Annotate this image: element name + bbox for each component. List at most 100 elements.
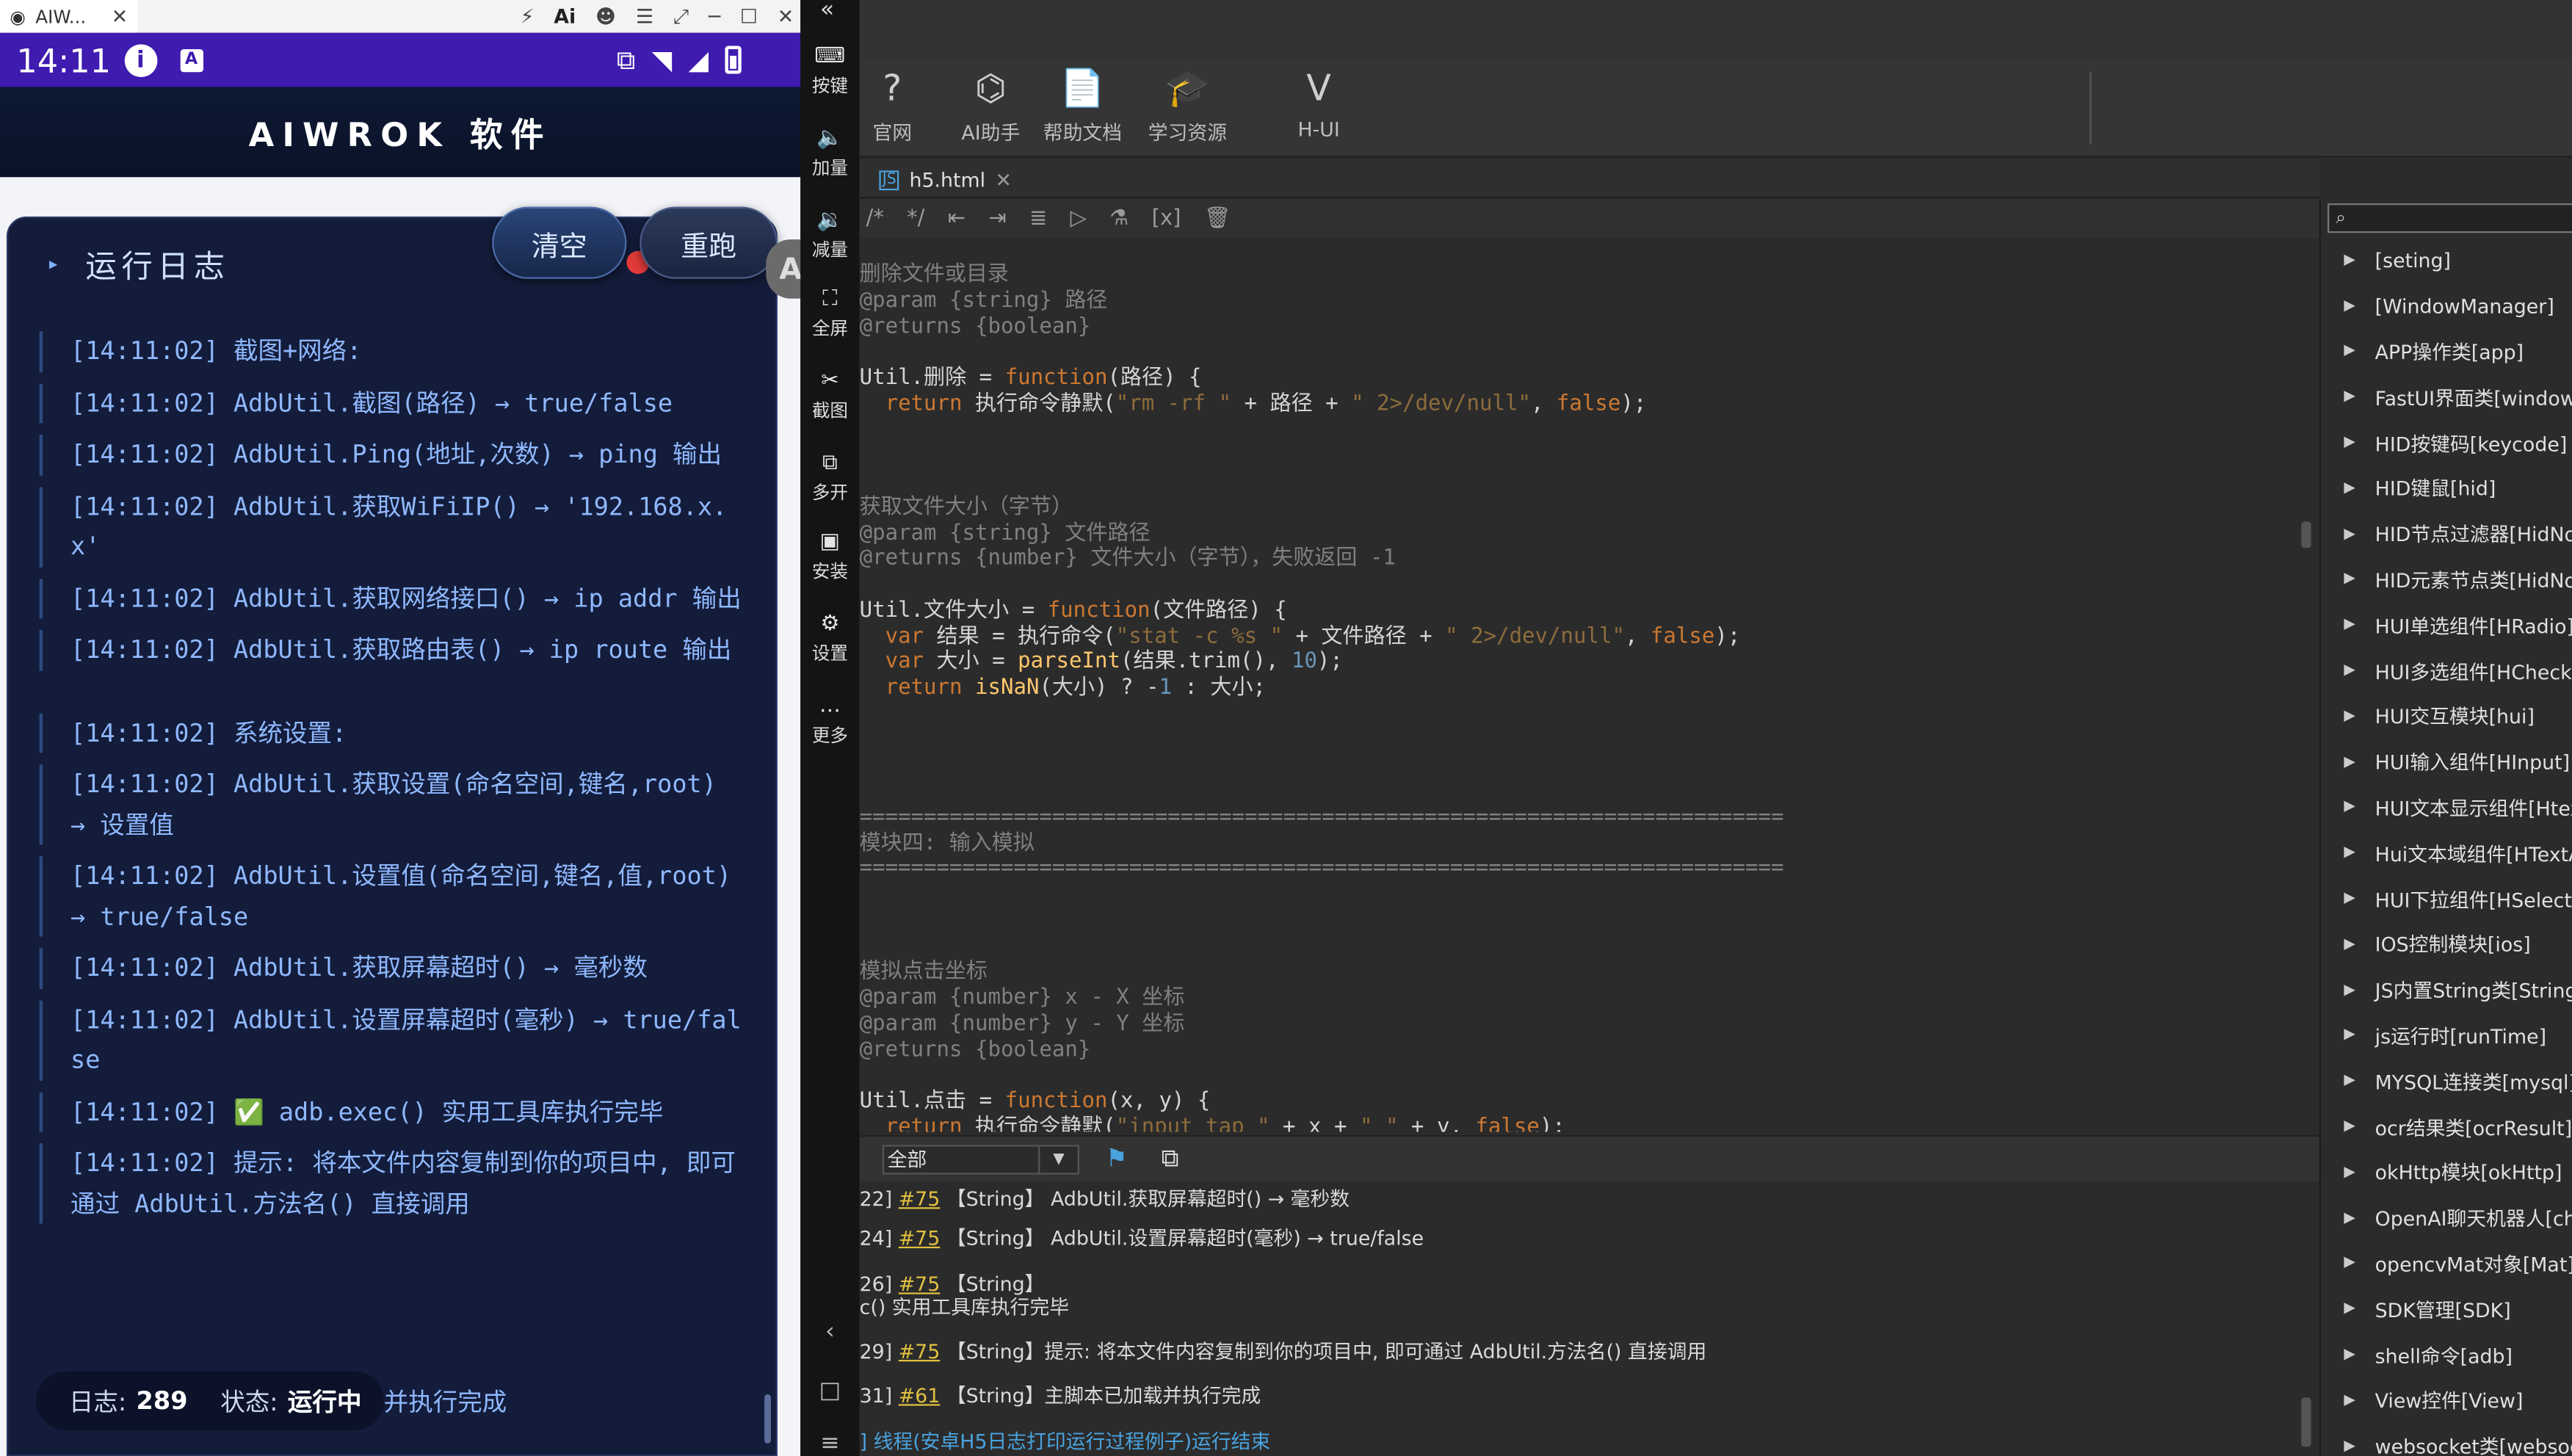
api-tree-item[interactable]: ▶ HID元素节点类[HidNode] bbox=[2321, 557, 2572, 603]
log-scrollbar[interactable] bbox=[764, 1394, 771, 1444]
window-control-icon[interactable]: Ai bbox=[554, 5, 576, 28]
editor-tool-icon[interactable]: ▷ bbox=[1071, 206, 1087, 231]
window-control-icon[interactable]: ☰ bbox=[636, 5, 653, 28]
mirror-tab[interactable]: ◉ AIW... ✕ bbox=[0, 0, 138, 33]
toolbar-icon: ⌬ bbox=[974, 68, 1007, 110]
editor-tool-icon[interactable]: ⇥ bbox=[988, 206, 1006, 231]
expand-arrow-icon: ▶ bbox=[2344, 1118, 2355, 1136]
cast-icon: ⧉ bbox=[616, 43, 636, 75]
log-line: [14:11:02] 截图+网络: bbox=[39, 331, 745, 372]
collapse-icon[interactable]: « bbox=[820, 0, 834, 23]
log-line: [14:11:02] AdbUtil.获取屏幕超时() → 毫秒数 bbox=[39, 948, 745, 988]
api-tree-item[interactable]: ▶ [WindowManager] bbox=[2321, 283, 2572, 329]
window-control-icon[interactable]: ⤢ bbox=[673, 4, 689, 29]
api-tree-item[interactable]: ▶ View控件[View] bbox=[2321, 1378, 2572, 1424]
nav-button-0[interactable]: ‹ bbox=[800, 1319, 859, 1345]
console-source-link[interactable]: #75 bbox=[899, 1273, 941, 1296]
device-tool-4[interactable]: ✂ 截图 bbox=[800, 367, 859, 423]
editor-tool-icon[interactable]: [x] bbox=[1152, 206, 1181, 231]
device-tool-8[interactable]: … 更多 bbox=[800, 692, 859, 748]
code-editor[interactable]: 删除文件或目录 @param {string} 路径 @returns {boole… bbox=[859, 239, 2303, 1132]
code-line: @param {number} x - X 坐标 bbox=[859, 985, 1185, 1011]
api-tree-item[interactable]: ▶ shell命令[adb] bbox=[2321, 1332, 2572, 1377]
api-tree-item[interactable]: ▶ websocket类[websocket] bbox=[2321, 1424, 2572, 1456]
api-search-input[interactable]: ⌕ bbox=[2328, 203, 2572, 233]
clear-button[interactable]: 清空 bbox=[492, 206, 627, 279]
editor-tool-icon[interactable]: ⚗ bbox=[1109, 206, 1129, 231]
screenshot-export-icon[interactable]: ⧉ bbox=[1162, 1143, 1179, 1173]
window-control-icon[interactable]: ☻ bbox=[595, 5, 616, 28]
code-line: ========================================… bbox=[859, 805, 1784, 830]
api-tree-item[interactable]: ▶ JS内置String类[String] bbox=[2321, 968, 2572, 1013]
toolbar-label: AI助手 bbox=[961, 121, 1021, 145]
api-tree-label: SDK管理[SDK] bbox=[2374, 1298, 2511, 1322]
close-tab-icon[interactable]: ✕ bbox=[996, 169, 1012, 192]
nav-button-2[interactable]: ≡ bbox=[800, 1430, 859, 1456]
api-tree-item[interactable]: ▶ HUI输入组件[HInput] bbox=[2321, 739, 2572, 785]
api-tree-item[interactable]: ▶ HUI交互模块[hui] bbox=[2321, 694, 2572, 739]
api-tree-item[interactable]: ▶ js运行时[runTime] bbox=[2321, 1013, 2572, 1059]
file-tab[interactable]: JS h5.html ✕ bbox=[879, 162, 1012, 198]
device-tool-5[interactable]: ⧉ 多开 bbox=[800, 449, 859, 505]
api-tree-item[interactable]: ▶ opencvMat对象[Mat] bbox=[2321, 1241, 2572, 1286]
api-tree-item[interactable]: ▶ HUI文本显示组件[Htext] bbox=[2321, 785, 2572, 830]
device-tool-2[interactable]: 🔉 减量 bbox=[800, 206, 859, 262]
console-line: 31] #61 【String】主脚本已加载并执行完成 bbox=[860, 1384, 1261, 1407]
editor-tool-icon[interactable]: /* bbox=[866, 206, 884, 231]
code-line: 获取文件大小（字节） bbox=[859, 495, 1073, 520]
api-tree-label: FastUI界面类[window] bbox=[2374, 386, 2572, 410]
api-tree-label: opencvMat对象[Mat] bbox=[2374, 1253, 2572, 1277]
api-tree-item[interactable]: ▶ OpenAI聊天机器人[chat] bbox=[2321, 1195, 2572, 1241]
api-tree-item[interactable]: ▶ SDK管理[SDK] bbox=[2321, 1286, 2572, 1332]
api-tree-item[interactable]: ▶ Hui文本域组件[HTextArea] bbox=[2321, 830, 2572, 876]
api-tree-item[interactable]: ▶ FastUI界面类[window] bbox=[2321, 374, 2572, 420]
editor-tool-icon[interactable]: 🗑 bbox=[1204, 206, 1231, 231]
device-tool-7[interactable]: ⚙ 设置 bbox=[800, 610, 859, 666]
device-tool-3[interactable]: ⛶ 全屏 bbox=[800, 286, 859, 341]
window-control-icon[interactable]: ✕ bbox=[778, 5, 794, 28]
window-control-icon[interactable]: ─ bbox=[709, 5, 720, 28]
rerun-button[interactable]: 重跑 bbox=[640, 206, 778, 279]
api-tree-item[interactable]: ▶ HUI下拉组件[HSelect] bbox=[2321, 876, 2572, 921]
console-scrollbar[interactable] bbox=[2301, 1397, 2311, 1447]
log-line: [14:11:02] AdbUtil.设置屏幕超时(毫秒) → true/fal… bbox=[39, 999, 745, 1081]
close-icon[interactable]: ✕ bbox=[112, 5, 128, 28]
api-tree-item[interactable]: ▶ IOS控制模块[ios] bbox=[2321, 922, 2572, 968]
toolbar-button-0[interactable]: ? 官网 bbox=[843, 69, 941, 146]
api-tree-item[interactable]: ▶ [seting] bbox=[2321, 238, 2572, 283]
api-tree-item[interactable]: ▶ MYSQL连接类[mysql] bbox=[2321, 1059, 2572, 1104]
window-control-icon[interactable]: ⚡ bbox=[521, 5, 535, 28]
device-tool-6[interactable]: ▣ 安装 bbox=[800, 528, 859, 584]
console-line-text: 【String】提示: 将本文件内容复制到你的项目中, 即可通过 AdbUtil… bbox=[940, 1340, 1707, 1363]
api-tree-item[interactable]: ▶ HUI多选组件[HCheck] bbox=[2321, 648, 2572, 694]
editor-scrollbar[interactable] bbox=[2301, 521, 2311, 548]
console-source-link[interactable]: #75 bbox=[899, 1340, 941, 1363]
window-control-icon[interactable]: ☐ bbox=[740, 5, 758, 28]
toolbar-button-1[interactable]: ⌬ AI助手 bbox=[941, 69, 1040, 146]
console-source-link[interactable]: #61 bbox=[899, 1384, 941, 1407]
log-title[interactable]: ▸ 运行日志 bbox=[49, 243, 230, 287]
api-tree-item[interactable]: ▶ ocr结果类[ocrResult] bbox=[2321, 1104, 2572, 1150]
console-source-link[interactable]: #75 bbox=[899, 1187, 941, 1210]
editor-tool-icon[interactable]: ≣ bbox=[1029, 206, 1047, 231]
api-tree-label: JS内置String类[String] bbox=[2374, 979, 2572, 1003]
log-filter-select[interactable]: 全部 ▼ bbox=[882, 1145, 1079, 1175]
editor-tool-icon[interactable]: */ bbox=[907, 206, 924, 231]
broom-clear-icon[interactable]: ⚑ bbox=[1106, 1143, 1128, 1173]
api-tree-label: HUI下拉组件[HSelect] bbox=[2374, 888, 2572, 912]
expand-arrow-icon: ▶ bbox=[2344, 1209, 2355, 1227]
api-tree-item[interactable]: ▶ HID按键码[keycode] bbox=[2321, 420, 2572, 466]
api-tree-item[interactable]: ▶ HID节点过滤器[HidNode] bbox=[2321, 512, 2572, 557]
nav-button-1[interactable]: □ bbox=[800, 1378, 859, 1405]
console-source-link[interactable]: #75 bbox=[899, 1227, 941, 1250]
expand-arrow-icon: ▶ bbox=[2344, 708, 2355, 725]
api-tree-item[interactable]: ▶ APP操作类[app] bbox=[2321, 329, 2572, 374]
toolbar-button-3[interactable]: 🎓 学习资源 bbox=[1138, 69, 1236, 146]
editor-tool-icon[interactable]: ⇤ bbox=[948, 206, 966, 231]
api-tree-item[interactable]: ▶ HID键鼠[hid] bbox=[2321, 466, 2572, 511]
console-line-prefix: 24] bbox=[859, 1227, 899, 1250]
api-tree-item[interactable]: ▶ okHttp模块[okHttp] bbox=[2321, 1150, 2572, 1195]
api-tree-item[interactable]: ▶ HUI单选组件[HRadio] bbox=[2321, 603, 2572, 648]
toolbar-button-4[interactable]: V H-UI bbox=[1269, 69, 1368, 141]
toolbar-button-2[interactable]: 📄 帮助文档 bbox=[1033, 69, 1131, 146]
